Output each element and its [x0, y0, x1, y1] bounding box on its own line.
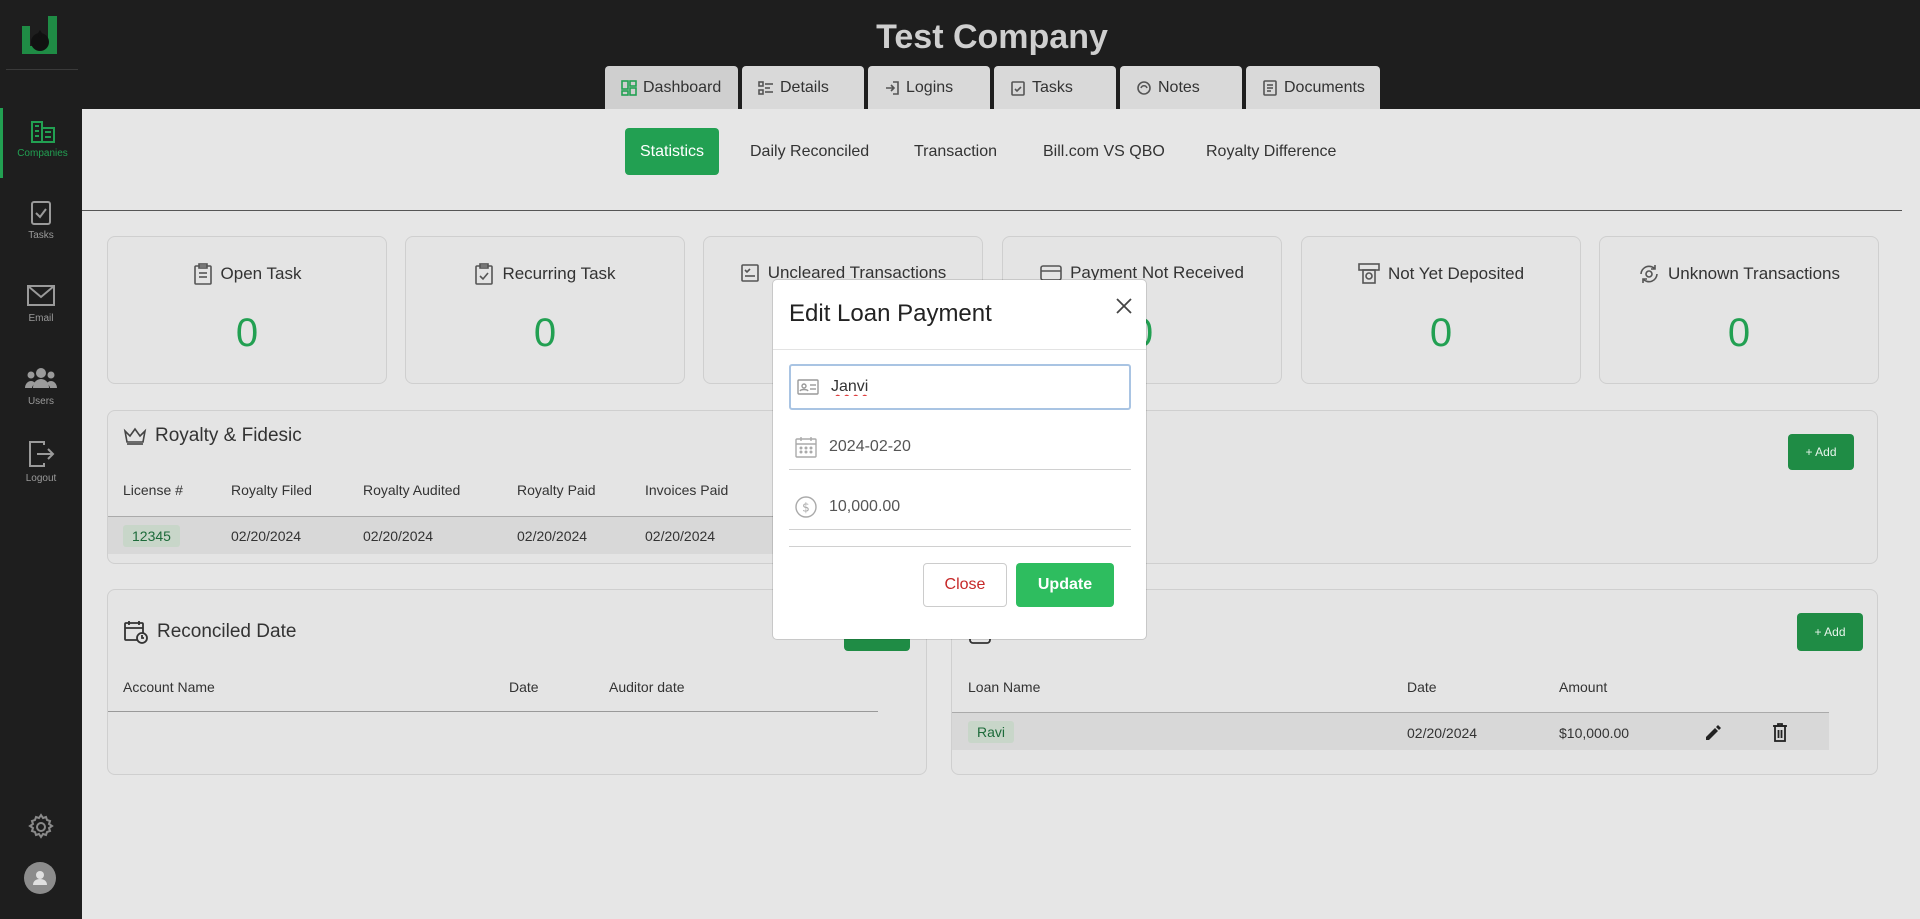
- modal-title: Edit Loan Payment: [789, 300, 992, 327]
- loan-name-input[interactable]: [831, 378, 1111, 396]
- loan-amount-input[interactable]: [829, 497, 1109, 516]
- loan-date-field[interactable]: [789, 424, 1131, 470]
- dollar-icon: $: [795, 495, 817, 518]
- loan-amount-field[interactable]: $: [789, 484, 1131, 530]
- close-icon[interactable]: [1112, 294, 1136, 318]
- loan-date-input[interactable]: [829, 437, 1109, 456]
- edit-loan-payment-modal: Edit Loan Payment $ Close Update: [773, 280, 1146, 639]
- id-card-icon: [797, 379, 819, 395]
- calendar-icon: [795, 436, 817, 458]
- modal-footer-divider: [789, 546, 1131, 547]
- update-button[interactable]: Update: [1016, 563, 1114, 607]
- modal-header-divider: [773, 349, 1146, 350]
- close-button[interactable]: Close: [923, 563, 1007, 607]
- svg-text:$: $: [802, 500, 810, 514]
- loan-name-field[interactable]: [789, 364, 1131, 410]
